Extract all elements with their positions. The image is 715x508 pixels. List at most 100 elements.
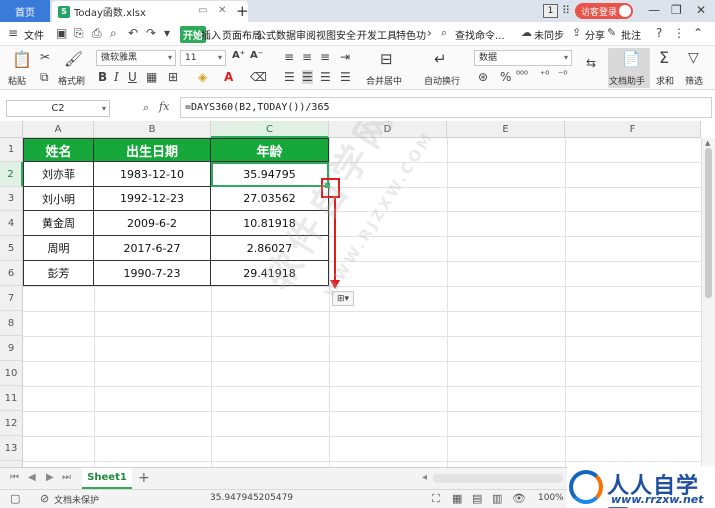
bold-icon[interactable]: B <box>98 70 107 84</box>
currency-icon[interactable]: ⊛ <box>478 70 488 84</box>
increase-font-icon[interactable]: A⁺ <box>232 50 245 61</box>
clear-format-icon[interactable]: ⌫ <box>250 70 267 84</box>
file-tab[interactable]: S Today函数.xlsx ▭ ✕ <box>52 1 248 22</box>
print-icon[interactable]: ⎙ <box>92 26 102 41</box>
align-left-icon[interactable]: ☰ <box>284 70 295 84</box>
scroll-menu-icon[interactable]: › <box>427 26 432 40</box>
sum-icon[interactable]: Σ <box>659 48 669 67</box>
decrease-decimal-icon[interactable]: ⁻⁰ <box>558 70 567 81</box>
maximize-icon[interactable]: ❐ <box>671 3 682 17</box>
column-header-e[interactable]: E <box>447 121 565 138</box>
zoom-formula-icon[interactable]: ⌕ <box>143 101 149 115</box>
row-header-3[interactable]: 3 <box>0 187 23 211</box>
page-layout-icon[interactable]: ▥ <box>492 492 502 505</box>
underline-icon[interactable]: U <box>128 70 137 84</box>
wrap-text-button[interactable]: 自动换行 <box>424 74 460 87</box>
document-protection-status[interactable]: 文档未保护 <box>54 493 99 506</box>
paste-button[interactable]: 粘贴 <box>8 74 26 87</box>
horizontal-scrollbar[interactable] <box>433 474 563 483</box>
font-size-select[interactable]: 11 ▾ <box>180 50 226 66</box>
cut-icon[interactable]: ✂ <box>40 50 50 64</box>
cell-b3[interactable]: 1992-12-23 <box>94 187 211 211</box>
cell-c4[interactable]: 10.81918 <box>211 211 329 236</box>
merge-icon[interactable]: ⊞ <box>168 70 178 84</box>
minimize-icon[interactable]: — <box>648 3 660 17</box>
menu-insert[interactable]: 插入 <box>201 27 221 42</box>
last-sheet-icon[interactable]: ⏭ <box>62 472 71 483</box>
filter-button[interactable]: 筛选 <box>685 74 703 87</box>
format-painter-icon[interactable]: 🖌 <box>64 50 83 68</box>
zoom-level[interactable]: 100% <box>538 493 564 503</box>
filter-icon[interactable]: ▽ <box>688 50 699 66</box>
new-tab-icon[interactable]: + <box>236 2 249 20</box>
first-sheet-icon[interactable]: ⏮ <box>10 472 19 483</box>
next-sheet-icon[interactable]: ▶ <box>46 472 54 483</box>
paste-icon[interactable]: 📋 <box>12 50 32 69</box>
vertical-scroll-thumb[interactable] <box>705 148 712 298</box>
menu-developer[interactable]: 开发工具 <box>357 27 397 42</box>
header-cell-birthdate[interactable]: 出生日期 <box>94 138 211 162</box>
justify-icon[interactable]: ☰ <box>340 70 351 84</box>
settings-icon[interactable]: ⋮ <box>673 26 685 40</box>
border-icon[interactable]: ▦ <box>146 70 157 84</box>
menu-view[interactable]: 视图 <box>316 27 336 42</box>
indent-icon[interactable]: ⇥ <box>340 50 350 64</box>
select-all-corner[interactable] <box>0 121 23 138</box>
comment-button[interactable]: 批注 <box>621 27 641 42</box>
formula-input[interactable]: =DAYS360(B2,TODAY())/365 <box>180 97 712 118</box>
apps-grid-icon[interactable]: ⠿ <box>562 4 570 17</box>
align-bottom-icon[interactable]: ≡ <box>320 50 330 64</box>
row-header-7[interactable]: 7 <box>0 286 23 311</box>
redo-icon[interactable]: ↷ <box>146 26 156 40</box>
menu-formulas[interactable]: 公式 <box>256 27 276 42</box>
more-icon[interactable]: ▾ <box>164 26 170 40</box>
cell-c2-selected[interactable]: 35.94795 <box>211 162 329 187</box>
cell-b5[interactable]: 2017-6-27 <box>94 236 211 261</box>
preview-icon[interactable]: ⌕ <box>110 26 117 41</box>
row-header-9[interactable]: 9 <box>0 336 23 361</box>
row-header-5[interactable]: 5 <box>0 236 23 261</box>
search-icon[interactable]: ⌕ <box>441 26 447 40</box>
row-header-8[interactable]: 8 <box>0 311 23 336</box>
cell-b2[interactable]: 1983-12-10 <box>94 162 211 187</box>
column-header-b[interactable]: B <box>94 121 211 138</box>
save-icon[interactable]: ▣ <box>56 26 67 40</box>
row-header-11[interactable]: 11 <box>0 386 23 411</box>
menu-review[interactable]: 审阅 <box>296 27 316 42</box>
collapse-ribbon-icon[interactable]: ⌃ <box>693 26 703 40</box>
row-header-2[interactable]: 2 <box>0 162 23 187</box>
row-header-12[interactable]: 12 <box>0 411 23 436</box>
scroll-up-icon[interactable]: ▲ <box>705 139 710 147</box>
align-middle-icon[interactable]: ≡ <box>302 50 312 64</box>
align-top-icon[interactable]: ≡ <box>284 50 294 64</box>
close-window-icon[interactable]: ✕ <box>696 3 706 17</box>
focus-mode-icon[interactable]: ⛶ <box>432 492 440 506</box>
add-sheet-icon[interactable]: + <box>138 470 150 486</box>
row-header-6[interactable]: 6 <box>0 261 23 286</box>
share-button[interactable]: 分享 <box>585 27 605 42</box>
autofill-options-icon[interactable]: ⊞▾ <box>332 291 354 306</box>
menu-security[interactable]: 安全 <box>336 27 356 42</box>
menu-special[interactable]: 特色功 <box>396 27 426 42</box>
reading-mode-icon[interactable]: 👁 <box>512 492 526 505</box>
merge-center-icon[interactable]: ⊟ <box>380 50 393 68</box>
comma-style-icon[interactable]: ⁰⁰⁰ <box>516 70 528 81</box>
font-color-icon[interactable]: A <box>224 70 233 84</box>
command-search[interactable]: 查找命令... <box>455 27 505 42</box>
sum-button[interactable]: 求和 <box>656 74 674 87</box>
sheet-tab-sheet1[interactable]: Sheet1 <box>82 468 132 489</box>
close-tab-icon[interactable]: ✕ <box>218 5 226 16</box>
decrease-font-icon[interactable]: A⁻ <box>250 50 263 61</box>
doc-helper-button[interactable]: 📄 文档助手 <box>608 48 650 88</box>
column-header-f[interactable]: F <box>565 121 701 138</box>
scroll-left-icon[interactable]: ◂ <box>422 472 427 483</box>
wrap-text-icon[interactable]: ↵ <box>434 50 447 68</box>
row-header-4[interactable]: 4 <box>0 211 23 236</box>
merge-center-button[interactable]: 合并居中 <box>366 74 402 87</box>
menu-file[interactable]: 文件 <box>24 27 44 42</box>
cell-c5[interactable]: 2.86027 <box>211 236 329 261</box>
name-box[interactable]: C2 ▾ <box>6 100 110 117</box>
increase-decimal-icon[interactable]: ⁺⁰ <box>540 70 549 81</box>
hamburger-icon[interactable]: ≡ <box>8 26 18 40</box>
menu-data[interactable]: 数据 <box>276 27 296 42</box>
